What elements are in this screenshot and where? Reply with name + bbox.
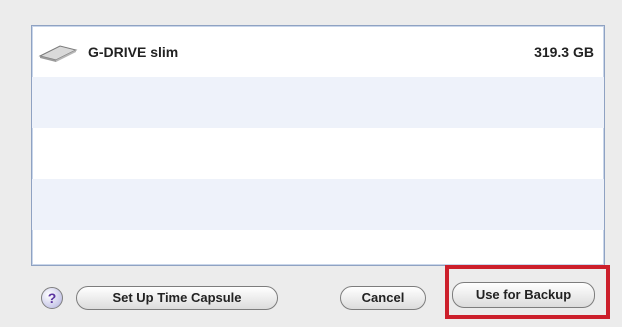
disk-list[interactable]: G-DRIVE slim 319.3 GB bbox=[31, 25, 605, 266]
disk-size: 319.3 GB bbox=[534, 43, 594, 60]
highlight-box bbox=[445, 265, 610, 319]
help-button[interactable]: ? bbox=[41, 287, 63, 309]
disk-name: G-DRIVE slim bbox=[88, 43, 179, 60]
list-item bbox=[32, 179, 604, 230]
cancel-label: Cancel bbox=[361, 290, 405, 305]
set-up-time-capsule-button[interactable]: Set Up Time Capsule bbox=[76, 286, 278, 310]
list-item[interactable]: G-DRIVE slim 319.3 GB bbox=[32, 26, 604, 77]
list-item bbox=[32, 230, 604, 265]
help-icon: ? bbox=[47, 290, 57, 306]
external-drive-icon bbox=[38, 44, 78, 62]
list-item bbox=[32, 77, 604, 128]
backup-disk-sheet: G-DRIVE slim 319.3 GB ? Set Up Time Caps… bbox=[0, 0, 622, 327]
set-up-time-capsule-label: Set Up Time Capsule bbox=[112, 290, 242, 305]
cancel-button[interactable]: Cancel bbox=[340, 286, 426, 310]
list-item bbox=[32, 128, 604, 179]
